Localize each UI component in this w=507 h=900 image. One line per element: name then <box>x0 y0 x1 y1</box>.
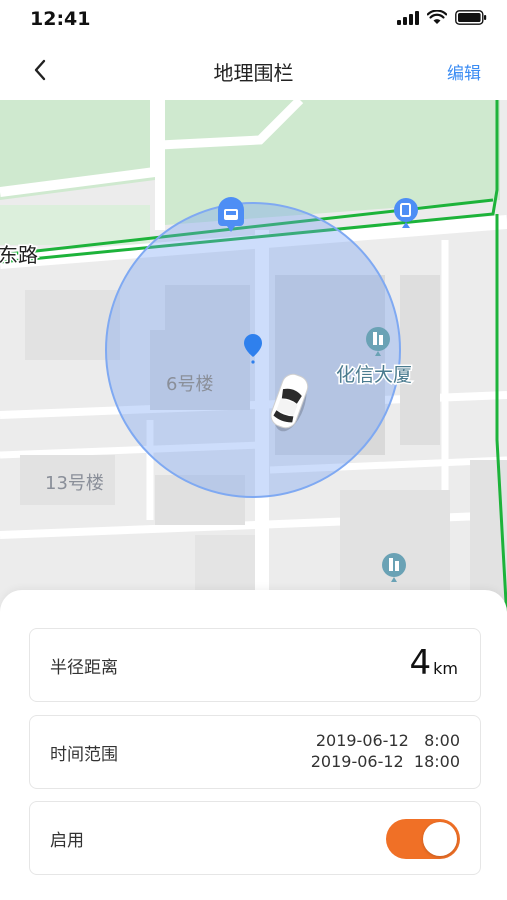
enable-card: 启用 <box>29 801 481 875</box>
status-icons <box>397 10 487 25</box>
map-label-building-6: 6号楼 <box>166 374 213 395</box>
nav-bar: 地理围栏 编辑 <box>0 40 507 100</box>
radius-number: 4 <box>409 643 432 683</box>
map-label-road: 东路 <box>0 243 38 267</box>
battery-icon <box>455 10 487 25</box>
time-range-start: 2019-06-12 8:00 <box>315 731 460 750</box>
enable-toggle[interactable] <box>386 819 460 859</box>
edit-button[interactable]: 编辑 <box>447 59 481 84</box>
time-range-card[interactable]: 时间范围 2019-06-12 8:00 2019-06-12 18:00 <box>29 715 481 789</box>
toggle-knob <box>423 822 457 856</box>
time-range-label: 时间范围 <box>50 745 118 765</box>
radius-value: 4 km <box>410 643 459 683</box>
wifi-icon <box>427 10 447 24</box>
status-bar: 12:41 <box>0 0 507 40</box>
time-range-values: 2019-06-12 8:00 2019-06-12 18:00 <box>311 730 460 772</box>
radius-card[interactable]: 半径距离 4 km <box>29 628 481 702</box>
radius-label: 半径距离 <box>50 658 118 678</box>
signal-icon <box>397 10 419 25</box>
time-range-end: 2019-06-12 18:00 <box>310 752 460 771</box>
status-time: 12:41 <box>30 8 91 30</box>
settings-sheet: 半径距离 4 km 时间范围 2019-06-12 8:00 2019-06-1… <box>0 590 507 900</box>
map-label-building-13: 13号楼 <box>45 473 104 494</box>
map-label-poi-huaxin: 化信大厦 <box>336 364 412 386</box>
page-title: 地理围栏 <box>213 61 294 85</box>
enable-label: 启用 <box>50 831 84 851</box>
map-view[interactable]: 东路 6号楼 13号楼 化信大厦 <box>0 100 507 620</box>
radius-unit: km <box>433 659 458 678</box>
